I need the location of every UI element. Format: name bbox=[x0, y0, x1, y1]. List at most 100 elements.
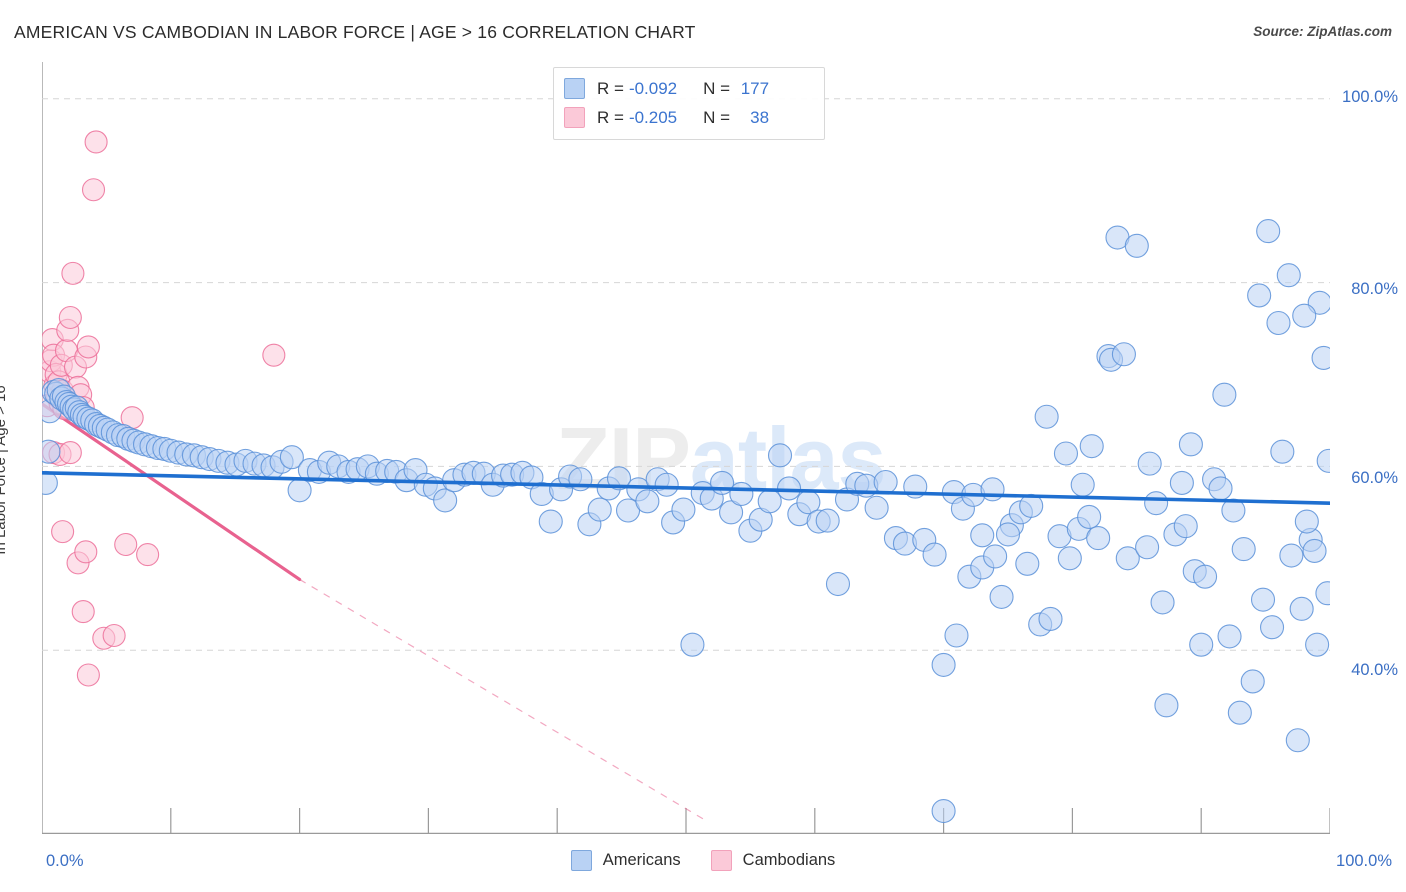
data-point[interactable] bbox=[81, 178, 106, 202]
data-point[interactable] bbox=[931, 652, 956, 677]
series-swatch-cambodians bbox=[710, 850, 732, 871]
data-point[interactable] bbox=[1193, 564, 1218, 589]
data-point[interactable] bbox=[944, 623, 969, 648]
r-label-cambodians: R = bbox=[597, 107, 624, 127]
source-label: Source: ZipAtlas.com bbox=[1253, 24, 1392, 39]
data-point[interactable] bbox=[815, 508, 840, 533]
data-point[interactable] bbox=[980, 477, 1005, 502]
data-point[interactable] bbox=[1208, 476, 1233, 501]
data-point[interactable] bbox=[1250, 587, 1276, 612]
data-point[interactable] bbox=[1231, 537, 1256, 562]
data-point[interactable] bbox=[1270, 439, 1295, 464]
data-point[interactable] bbox=[873, 469, 898, 495]
data-point[interactable] bbox=[287, 478, 312, 503]
data-point[interactable] bbox=[42, 439, 61, 464]
data-point[interactable] bbox=[76, 335, 100, 359]
data-point[interactable] bbox=[680, 632, 705, 657]
data-point[interactable] bbox=[1034, 404, 1059, 429]
data-point[interactable] bbox=[1276, 263, 1301, 288]
data-point[interactable] bbox=[767, 443, 793, 468]
data-point[interactable] bbox=[1178, 432, 1203, 457]
data-point[interactable] bbox=[433, 488, 458, 513]
data-point[interactable] bbox=[1154, 693, 1179, 718]
data-point[interactable] bbox=[1227, 700, 1252, 725]
data-point[interactable] bbox=[587, 497, 612, 522]
data-point[interactable] bbox=[1247, 283, 1272, 308]
data-point[interactable] bbox=[1256, 219, 1281, 244]
data-point[interactable] bbox=[931, 798, 956, 824]
data-point[interactable] bbox=[58, 305, 82, 330]
data-point[interactable] bbox=[114, 532, 138, 557]
data-point[interactable] bbox=[1111, 342, 1136, 367]
data-point[interactable] bbox=[1292, 303, 1317, 328]
data-point[interactable] bbox=[74, 540, 98, 564]
data-point[interactable] bbox=[1135, 535, 1160, 560]
data-point[interactable] bbox=[1124, 233, 1149, 258]
data-point[interactable] bbox=[1212, 382, 1237, 407]
data-point[interactable] bbox=[995, 522, 1021, 547]
data-point[interactable] bbox=[1150, 590, 1175, 615]
data-point[interactable] bbox=[51, 520, 75, 544]
data-point[interactable] bbox=[1266, 310, 1291, 336]
series-legend-item-americans[interactable]: Americans bbox=[570, 850, 681, 871]
data-point[interactable] bbox=[61, 261, 85, 285]
data-point[interactable] bbox=[654, 472, 679, 497]
data-point[interactable] bbox=[1169, 470, 1194, 495]
data-point[interactable] bbox=[635, 489, 660, 514]
data-point[interactable] bbox=[1137, 451, 1162, 476]
data-point[interactable] bbox=[729, 481, 754, 507]
series-swatch-americans bbox=[570, 850, 592, 871]
data-point[interactable] bbox=[1079, 434, 1104, 459]
data-point[interactable] bbox=[102, 623, 126, 648]
r-value-cambodians: -0.205 bbox=[628, 107, 678, 127]
r-value-americans: -0.092 bbox=[628, 78, 678, 98]
data-point[interactable] bbox=[1077, 504, 1102, 529]
series-legend-item-cambodians[interactable]: Cambodians bbox=[710, 850, 835, 871]
data-point[interactable] bbox=[136, 543, 160, 567]
data-point[interactable] bbox=[58, 441, 82, 465]
data-point[interactable] bbox=[983, 544, 1008, 569]
data-point[interactable] bbox=[864, 495, 889, 520]
data-point[interactable] bbox=[1285, 728, 1310, 753]
data-point[interactable] bbox=[1015, 551, 1040, 576]
data-point[interactable] bbox=[1173, 514, 1198, 539]
data-point[interactable] bbox=[1311, 345, 1330, 370]
data-point[interactable] bbox=[1086, 526, 1111, 551]
n-label-americans: N = bbox=[703, 78, 731, 98]
data-point[interactable] bbox=[757, 489, 782, 514]
data-point[interactable] bbox=[825, 571, 851, 597]
data-point[interactable] bbox=[1144, 491, 1169, 516]
data-point[interactable] bbox=[1240, 669, 1265, 694]
legend-swatch-americans bbox=[564, 78, 585, 99]
r-label-americans: R = bbox=[597, 78, 624, 98]
data-point[interactable] bbox=[262, 343, 286, 367]
data-point[interactable] bbox=[1316, 448, 1330, 473]
y-axis-title: In Labor Force | Age > 16 bbox=[0, 385, 9, 555]
data-point[interactable] bbox=[922, 542, 947, 567]
correlation-row-cambodians: R = -0.205 N = 38 bbox=[564, 103, 814, 132]
y-gridline-label-40: 40.0% bbox=[1351, 661, 1398, 679]
data-point[interactable] bbox=[1305, 632, 1330, 657]
data-point[interactable] bbox=[1279, 543, 1304, 568]
series-label-americans: Americans bbox=[602, 851, 681, 869]
data-point[interactable] bbox=[71, 600, 95, 624]
data-point[interactable] bbox=[671, 497, 696, 522]
data-point[interactable] bbox=[1189, 632, 1214, 657]
data-point[interactable] bbox=[1070, 472, 1095, 497]
data-point[interactable] bbox=[538, 509, 563, 534]
data-point[interactable] bbox=[1315, 581, 1330, 606]
data-point[interactable] bbox=[1302, 538, 1327, 563]
data-point[interactable] bbox=[1057, 546, 1082, 571]
data-point[interactable] bbox=[84, 130, 108, 154]
legend-swatch-cambodians bbox=[564, 107, 585, 128]
data-point[interactable] bbox=[76, 663, 100, 687]
data-point[interactable] bbox=[989, 584, 1014, 609]
data-point[interactable] bbox=[970, 523, 995, 548]
data-point[interactable] bbox=[1259, 615, 1285, 640]
data-point[interactable] bbox=[1053, 441, 1079, 466]
data-point[interactable] bbox=[1217, 624, 1242, 649]
data-point[interactable] bbox=[1289, 596, 1314, 621]
data-point[interactable] bbox=[1294, 509, 1319, 534]
y-gridline-label-60: 60.0% bbox=[1351, 469, 1398, 487]
data-point[interactable] bbox=[1038, 606, 1063, 631]
